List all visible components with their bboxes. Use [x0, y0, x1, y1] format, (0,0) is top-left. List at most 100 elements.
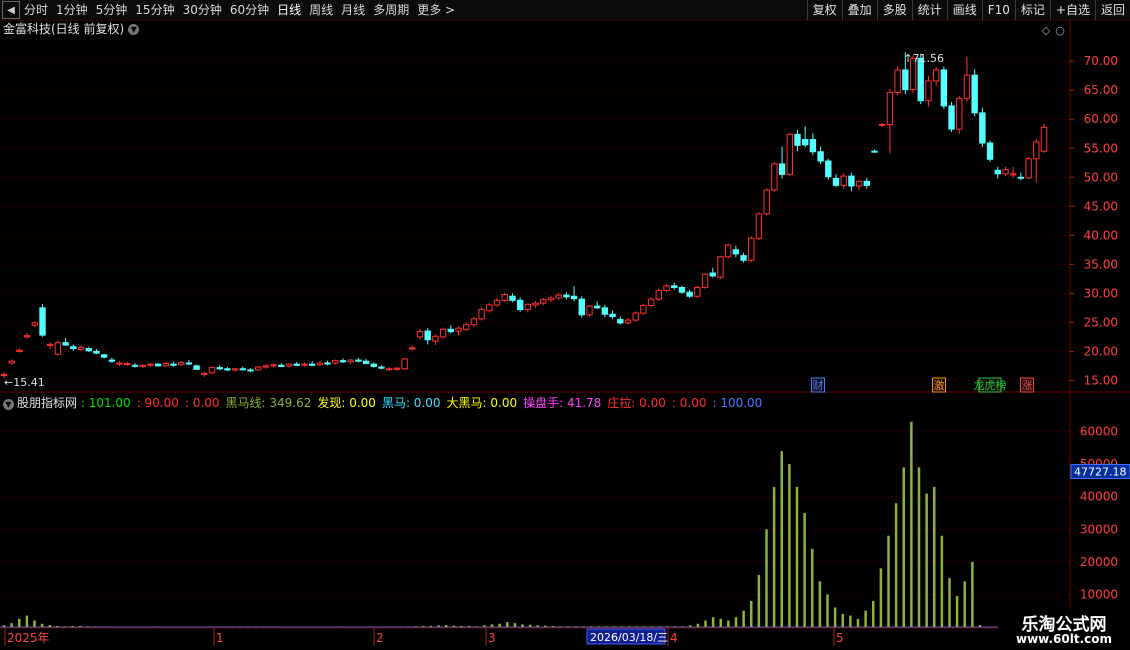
- candle-body: [154, 363, 162, 367]
- candle: [439, 327, 447, 339]
- candle: [447, 325, 455, 334]
- event-tag-zhang[interactable]: 涨: [1020, 377, 1034, 393]
- candle-body: [601, 307, 609, 315]
- candle: [116, 361, 123, 366]
- candle: [763, 188, 770, 216]
- candle: [593, 301, 601, 310]
- candle-body: [347, 359, 354, 363]
- candle-body: [8, 360, 15, 364]
- date-tick-label: 1: [216, 631, 224, 645]
- circle-icon: ○: [1055, 24, 1065, 37]
- candle-body: [455, 327, 462, 332]
- event-tag-cai[interactable]: 财: [811, 377, 825, 393]
- candle-body: [409, 347, 416, 350]
- cursor-date-label: 2026/03/18/三: [590, 631, 668, 644]
- candle-body: [655, 289, 663, 300]
- candle: [185, 360, 193, 366]
- candle-body: [1025, 158, 1032, 179]
- candle: [555, 292, 562, 301]
- watermark-url: www.60lt.com: [1015, 632, 1113, 646]
- candle-body: [717, 256, 724, 278]
- indicator-value-5: 黑马: 0.00: [381, 396, 441, 410]
- current-value-label: 47727.18: [1074, 466, 1127, 479]
- candle-body: [801, 139, 809, 146]
- candle: [663, 284, 670, 293]
- candle-body: [678, 287, 686, 293]
- candle-body: [432, 335, 439, 342]
- candle-body: [478, 309, 485, 320]
- candle: [1009, 166, 1017, 178]
- candle: [671, 282, 678, 290]
- price-tick-label: 45.00: [1084, 199, 1118, 213]
- candle: [640, 303, 647, 315]
- candle: [463, 322, 470, 332]
- candle-body: [848, 175, 855, 187]
- candle: [23, 332, 31, 339]
- candle: [162, 362, 169, 368]
- candle-body: [316, 362, 324, 366]
- date-tick-label: 2025年: [7, 631, 50, 645]
- indicator-value-8: 庄拉: 0.00: [607, 396, 666, 410]
- candle: [940, 66, 948, 109]
- candle: [540, 297, 547, 305]
- candle: [894, 65, 901, 96]
- candle: [147, 362, 154, 368]
- event-tag-lhb[interactable]: 龙虎榜: [974, 377, 1007, 393]
- candle-body: [855, 180, 863, 187]
- candle: [355, 357, 362, 363]
- candle: [501, 292, 508, 303]
- event-tag-label: 财: [813, 378, 824, 392]
- candle: [771, 162, 778, 192]
- candle: [748, 236, 755, 263]
- indicator-value-4: 发现: 0.00: [317, 396, 376, 410]
- candle-body: [147, 363, 154, 366]
- candle: [285, 363, 293, 368]
- candle-body: [840, 175, 847, 186]
- date-tick-label: 2: [376, 631, 384, 645]
- candle-body: [671, 285, 678, 289]
- kline-chart[interactable]: ↑71.56 ←15.41 财 激 龙虎榜 涨 70.00 65.00 60.00 55.00 5…: [0, 0, 1130, 650]
- candle-body: [486, 304, 493, 312]
- date-tick-label: 5: [836, 631, 844, 645]
- candle: [93, 349, 100, 355]
- candle: [16, 348, 23, 353]
- candle: [455, 326, 462, 336]
- candle-body: [709, 272, 716, 277]
- candle: [863, 177, 871, 189]
- candle: [124, 361, 131, 366]
- indicator-chevron-icon[interactable]: ▼: [3, 399, 14, 410]
- candle-body: [902, 69, 909, 91]
- candle: [701, 273, 709, 289]
- candle: [709, 267, 716, 278]
- candle: [77, 345, 85, 351]
- candle-body: [593, 305, 601, 309]
- candle-body: [201, 372, 208, 376]
- candle: [925, 75, 932, 107]
- candle-body: [948, 105, 955, 130]
- candle-body: [23, 335, 31, 338]
- candle-body: [994, 169, 1001, 175]
- candle: [655, 288, 663, 301]
- candle-body: [93, 350, 100, 354]
- candle-body: [170, 363, 177, 366]
- candle: [578, 296, 585, 318]
- event-tag-ji[interactable]: 激: [932, 377, 946, 393]
- candle: [339, 358, 347, 363]
- candle: [278, 362, 285, 368]
- candle-body: [701, 273, 709, 289]
- candle: [193, 364, 200, 370]
- candle-body: [640, 305, 647, 314]
- event-tag-label: 涨: [1022, 379, 1033, 392]
- candle: [401, 357, 408, 370]
- candle: [855, 179, 863, 191]
- candle: [470, 317, 478, 328]
- candle-body: [509, 295, 516, 301]
- candle: [224, 367, 231, 372]
- candle-body: [393, 367, 401, 370]
- candle-body: [632, 312, 639, 321]
- candle: [848, 172, 855, 192]
- candle-body: [62, 342, 69, 346]
- candle: [740, 252, 747, 263]
- candle: [963, 56, 971, 102]
- candle: [70, 344, 77, 351]
